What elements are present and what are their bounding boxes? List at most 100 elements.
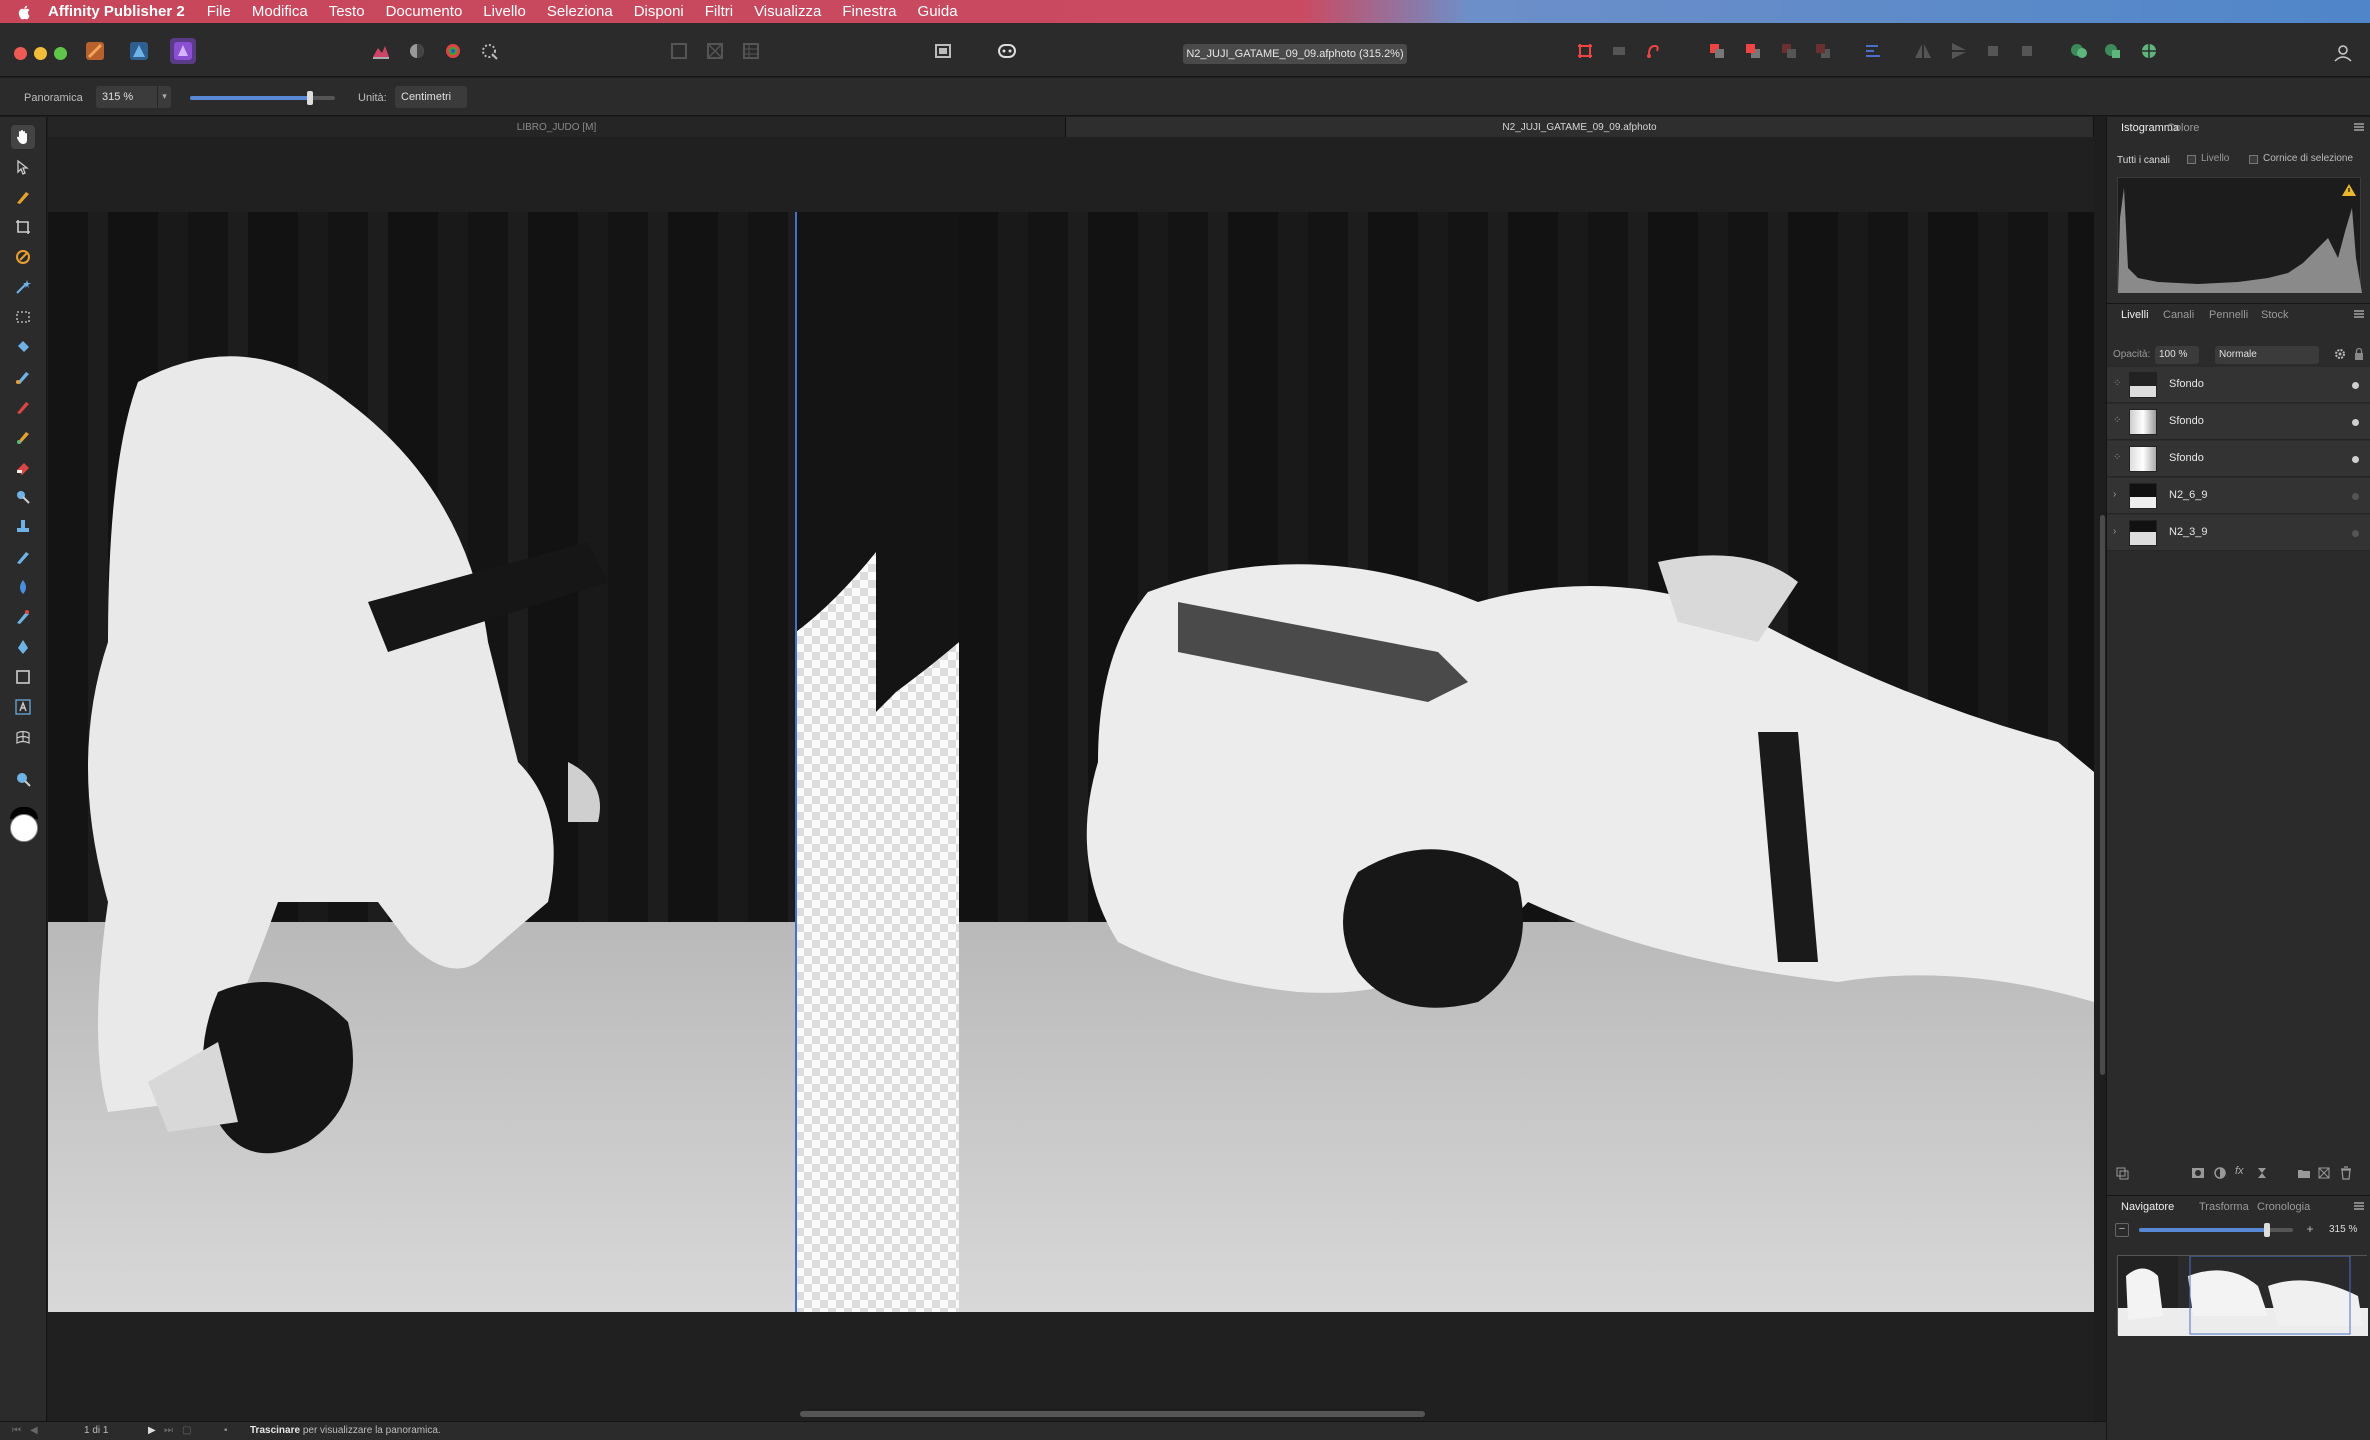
zoom-dropdown-chevron-icon[interactable]: ▾ <box>157 86 171 108</box>
channel-select[interactable]: Tutti i canali <box>2117 155 2170 166</box>
spread-view-icon[interactable]: ▢ <box>182 1425 191 1436</box>
tab-colore[interactable]: Colore <box>2167 122 2199 134</box>
rectangle-tool-icon[interactable] <box>11 665 35 689</box>
align-icon[interactable] <box>1860 38 1886 64</box>
layer-expand-icon[interactable]: ⁘ <box>2113 415 2121 426</box>
text-tool-icon[interactable] <box>11 695 35 719</box>
document-page[interactable] <box>48 212 2094 1312</box>
blur-brush-icon[interactable] <box>11 575 35 599</box>
canvas-area[interactable] <box>48 137 2094 1421</box>
marquee-tool-icon[interactable] <box>11 305 35 329</box>
designer-persona-icon[interactable] <box>82 38 108 64</box>
visibility-dot-icon[interactable] <box>2352 493 2359 500</box>
text-frame-link-icon[interactable] <box>2066 38 2092 64</box>
navigator-zoom-slider[interactable] <box>2139 1223 2293 1237</box>
navigator-zoom-value[interactable]: 315 % <box>2329 1224 2357 1235</box>
menu-seleziona[interactable]: Seleziona <box>547 3 613 20</box>
lock-icon[interactable] <box>2353 347 2365 361</box>
tab-stock[interactable]: Stock <box>2261 309 2289 321</box>
tab-navigatore[interactable]: Navigatore <box>2121 1201 2174 1213</box>
preview-mode-icon[interactable] <box>994 38 1020 64</box>
prev-page-icon[interactable]: ◀ <box>30 1425 38 1436</box>
zoom-in-icon[interactable]: + <box>2303 1223 2317 1237</box>
snapping-icon[interactable] <box>1572 38 1598 64</box>
navigator-zoom-knob[interactable] <box>2263 1223 2270 1237</box>
selection-brush-icon[interactable] <box>476 38 502 64</box>
layer-expand-icon[interactable]: › <box>2113 489 2116 500</box>
menu-livello[interactable]: Livello <box>483 3 526 20</box>
flip-horizontal-icon[interactable] <box>1910 38 1936 64</box>
clone-stamp-icon[interactable] <box>11 515 35 539</box>
visibility-dot-icon[interactable] <box>2352 530 2359 537</box>
panel-menu-icon[interactable] <box>2353 308 2365 320</box>
adjustment-layer-icon[interactable] <box>2213 1166 2227 1180</box>
menu-guida[interactable]: Guida <box>918 3 958 20</box>
layer-row[interactable]: ⁘ Sfondo <box>2107 367 2370 403</box>
color-wheel-icon[interactable] <box>440 38 466 64</box>
tab-pennelli[interactable]: Pennelli <box>2209 309 2248 321</box>
pen-tool-icon[interactable] <box>11 635 35 659</box>
zoom-slider-knob[interactable] <box>307 91 314 105</box>
layer-row[interactable]: › N2_6_9 <box>2107 478 2370 514</box>
move-tool-icon[interactable] <box>11 155 35 179</box>
rotate-right-icon[interactable] <box>2014 38 2040 64</box>
vertical-scrollbar[interactable] <box>2100 515 2105 1075</box>
tab-trasforma[interactable]: Trasforma <box>2199 1201 2249 1213</box>
adjustment-icon[interactable] <box>404 38 430 64</box>
panel-menu-icon[interactable] <box>2353 121 2365 133</box>
guide-line[interactable] <box>795 212 797 1312</box>
arrange-back-icon[interactable] <box>1704 38 1730 64</box>
healing-brush-icon[interactable] <box>11 545 35 569</box>
panel-menu-icon[interactable] <box>2353 1200 2365 1212</box>
mask-layer-icon[interactable] <box>2191 1166 2205 1180</box>
menu-testo[interactable]: Testo <box>329 3 365 20</box>
menu-filtri[interactable]: Filtri <box>705 3 733 20</box>
horizontal-scrollbar[interactable] <box>800 1411 1425 1417</box>
crop-tool-icon[interactable] <box>11 215 35 239</box>
arrange-forward-icon[interactable] <box>1810 38 1836 64</box>
arrange-backward-icon[interactable] <box>1776 38 1802 64</box>
zoom-tool-icon[interactable] <box>11 767 35 791</box>
tab-cronologia[interactable]: Cronologia <box>2257 1201 2310 1213</box>
warning-icon[interactable] <box>2342 184 2356 196</box>
eraser-tool-icon[interactable] <box>11 455 35 479</box>
user-account-icon[interactable] <box>2332 42 2354 64</box>
visibility-dot-icon[interactable] <box>2352 419 2359 426</box>
publisher-persona-icon[interactable] <box>170 38 196 64</box>
blend-mode-select[interactable]: Normale <box>2215 346 2319 364</box>
app-name-menu[interactable]: Affinity Publisher 2 <box>48 3 185 20</box>
resource-manager-icon[interactable] <box>2136 38 2162 64</box>
add-group-icon[interactable] <box>2297 1166 2311 1180</box>
mesh-warp-icon[interactable] <box>11 725 35 749</box>
zoom-window-button[interactable] <box>54 47 67 60</box>
arrange-front-icon[interactable] <box>1740 38 1766 64</box>
menu-documento[interactable]: Documento <box>386 3 463 20</box>
node-pen-icon[interactable] <box>11 185 35 209</box>
close-window-button[interactable] <box>14 47 27 60</box>
menu-finestra[interactable]: Finestra <box>842 3 896 20</box>
visibility-dot-icon[interactable] <box>2352 456 2359 463</box>
brush-tool-icon[interactable] <box>11 245 35 269</box>
table-frame-icon[interactable] <box>738 38 764 64</box>
dodge-tool-icon[interactable] <box>11 485 35 509</box>
add-pixel-layer-icon[interactable] <box>2317 1166 2331 1180</box>
snap-options-icon[interactable] <box>1606 38 1632 64</box>
layer-expand-icon[interactable]: ⁘ <box>2113 452 2121 463</box>
layer-row[interactable]: ⁘ Sfondo <box>2107 441 2370 477</box>
apple-icon[interactable] <box>14 4 36 20</box>
opacity-input[interactable]: 100 % <box>2155 346 2199 364</box>
sponge-tool-icon[interactable] <box>11 605 35 629</box>
levels-icon[interactable] <box>368 38 394 64</box>
photo-persona-icon[interactable] <box>126 38 152 64</box>
studio-link-icon[interactable] <box>2100 38 2126 64</box>
magic-wand-icon[interactable] <box>11 275 35 299</box>
layer-options-icon[interactable] <box>2115 1166 2129 1180</box>
picture-frame-icon[interactable] <box>702 38 728 64</box>
layer-expand-icon[interactable]: › <box>2113 526 2116 537</box>
first-page-icon[interactable]: ⏮ <box>12 1425 21 1436</box>
layer-checkbox[interactable] <box>2187 155 2196 164</box>
layer-row[interactable]: › N2_3_9 <box>2107 515 2370 551</box>
menu-modifica[interactable]: Modifica <box>252 3 308 20</box>
menu-disponi[interactable]: Disponi <box>634 3 684 20</box>
tab-libro-judo[interactable]: LIBRO_JUDO [M] <box>48 117 1066 137</box>
